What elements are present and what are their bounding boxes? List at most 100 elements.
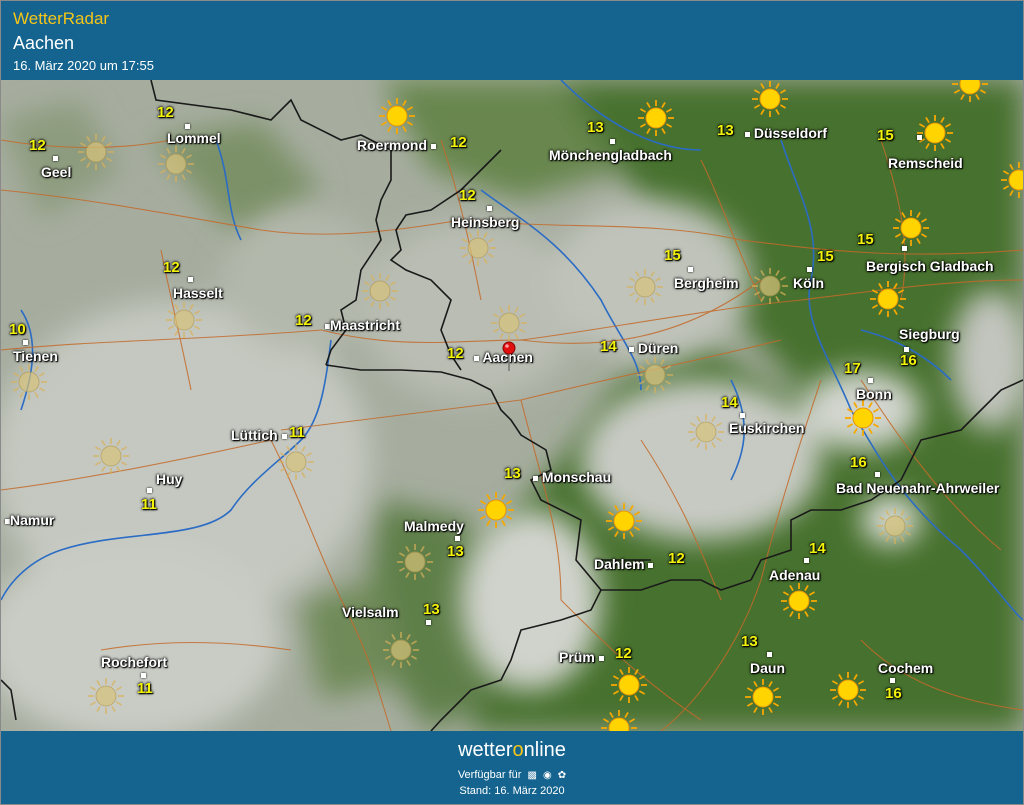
city-dot xyxy=(147,488,152,493)
temperature-label: 17 xyxy=(844,360,861,377)
city-label[interactable]: Tienen xyxy=(13,348,58,364)
header: WetterRadar Aachen 16. März 2020 um 17:5… xyxy=(1,1,1023,79)
city-dot xyxy=(902,246,907,251)
city-name: Vielsalm xyxy=(342,604,399,620)
sun-icon xyxy=(893,210,929,246)
city-dot xyxy=(474,355,479,361)
city-dot xyxy=(917,135,922,140)
city-label[interactable]: Heinsberg xyxy=(451,214,519,230)
temperature-label: 14 xyxy=(809,540,826,557)
city-dot xyxy=(487,206,492,211)
temperature-label: 15 xyxy=(857,231,874,248)
temperature-label: 13 xyxy=(504,465,521,482)
city-dot xyxy=(745,131,750,137)
city-label[interactable]: Maastricht xyxy=(325,317,400,333)
city-name: Monschau xyxy=(541,469,612,485)
apple-icon[interactable]: ◉ xyxy=(543,770,552,781)
sun-icon xyxy=(627,269,663,305)
footer: wetteronline Verfügbar für ▩ ◉ ✿ Stand: … xyxy=(1,731,1023,804)
city-label[interactable]: Hasselt xyxy=(173,285,223,301)
sun-icon xyxy=(611,667,647,703)
city-name: Prüm xyxy=(559,649,595,665)
city-name: Lommel xyxy=(167,130,221,146)
windows-icon[interactable]: ✿ xyxy=(558,770,566,781)
map-pin-icon[interactable] xyxy=(502,341,516,371)
city-label[interactable]: Lüttich xyxy=(231,427,287,443)
city-dot xyxy=(648,562,654,568)
city-label[interactable]: Bonn xyxy=(856,386,892,402)
wetteronline-logo[interactable]: wetteronline xyxy=(1,739,1023,762)
city-label[interactable]: Geel xyxy=(41,164,71,180)
sun-icon xyxy=(478,492,514,528)
sun-icon xyxy=(278,444,314,480)
sun-icon xyxy=(606,503,642,539)
city-label[interactable]: Bergisch Gladbach xyxy=(866,258,994,274)
city-label[interactable]: Euskirchen xyxy=(729,420,804,436)
city-name: Köln xyxy=(793,275,825,291)
city-dot xyxy=(281,433,287,439)
temperature-label: 13 xyxy=(423,601,440,618)
city-label[interactable]: Lommel xyxy=(167,130,221,146)
city-dot xyxy=(875,472,880,477)
city-name: Adenau xyxy=(769,567,821,583)
city-label[interactable]: Roermond xyxy=(357,137,436,153)
city-label[interactable]: Malmedy xyxy=(404,518,464,534)
city-label[interactable]: Monschau xyxy=(533,469,611,485)
city-dot xyxy=(688,267,693,272)
city-name: Lüttich xyxy=(231,427,278,443)
timestamp: 16. März 2020 um 17:55 xyxy=(13,58,154,73)
city-label[interactable]: Bad Neuenahr-Ahrweiler xyxy=(836,480,999,496)
city-dot xyxy=(767,652,772,657)
sun-icon xyxy=(78,134,114,170)
city-label[interactable]: Rochefort xyxy=(101,654,167,670)
sun-icon xyxy=(870,281,906,317)
city-dot xyxy=(598,655,604,661)
city-label[interactable]: Remscheid xyxy=(888,155,963,171)
sun-icon xyxy=(11,364,47,400)
android-icon[interactable]: ▩ xyxy=(527,770,536,781)
city-label[interactable]: Daun xyxy=(750,660,785,676)
city-label[interactable]: Vielsalm xyxy=(342,604,399,620)
city-label[interactable]: Siegburg xyxy=(899,326,960,342)
city-label[interactable]: Köln xyxy=(793,275,824,291)
city-label[interactable]: Bergheim xyxy=(674,275,739,291)
sun-icon xyxy=(752,81,788,117)
sun-icon xyxy=(637,357,673,393)
city-name: Bergisch Gladbach xyxy=(866,258,994,274)
city-label[interactable]: Adenau xyxy=(769,567,820,583)
temperature-label: 12 xyxy=(668,550,685,567)
sun-icon xyxy=(688,414,724,450)
weather-radar-map[interactable]: Lommel Geel Roermond Mönchengladbach Düs… xyxy=(1,80,1023,731)
city-label[interactable]: Dahlem xyxy=(594,556,654,572)
city-label[interactable]: Düsseldorf xyxy=(745,125,827,141)
temperature-label: 13 xyxy=(717,122,734,139)
temperature-label: 12 xyxy=(447,345,464,362)
city-label[interactable]: Namur xyxy=(5,512,54,528)
temperature-label: 15 xyxy=(877,127,894,144)
sun-icon xyxy=(830,672,866,708)
city-label[interactable]: Huy xyxy=(156,471,182,487)
sun-icon xyxy=(1001,162,1023,198)
temperature-label: 12 xyxy=(295,312,312,329)
city-label[interactable]: Düren xyxy=(629,340,678,356)
temperature-label: 13 xyxy=(587,119,604,136)
temperature-label: 15 xyxy=(664,247,681,264)
city-dot xyxy=(188,277,193,282)
temperature-label: 15 xyxy=(817,248,834,265)
city-dot xyxy=(23,340,28,345)
city-label[interactable]: Prüm xyxy=(559,649,604,665)
city-label[interactable]: Mönchengladbach xyxy=(549,147,672,163)
logo-text: nline xyxy=(523,739,566,761)
logo-text: wetter xyxy=(458,739,513,761)
city-label[interactable]: Cochem xyxy=(878,660,933,676)
sun-icon xyxy=(601,710,637,731)
city-name: Dahlem xyxy=(594,556,645,572)
sun-icon xyxy=(845,400,881,436)
temperature-label: 11 xyxy=(289,424,305,441)
location-title: Aachen xyxy=(13,33,75,53)
temperature-label: 12 xyxy=(450,134,467,151)
sun-icon xyxy=(362,273,398,309)
city-name: Remscheid xyxy=(888,155,963,171)
temperature-label: 16 xyxy=(850,454,867,471)
city-dot xyxy=(629,346,634,352)
